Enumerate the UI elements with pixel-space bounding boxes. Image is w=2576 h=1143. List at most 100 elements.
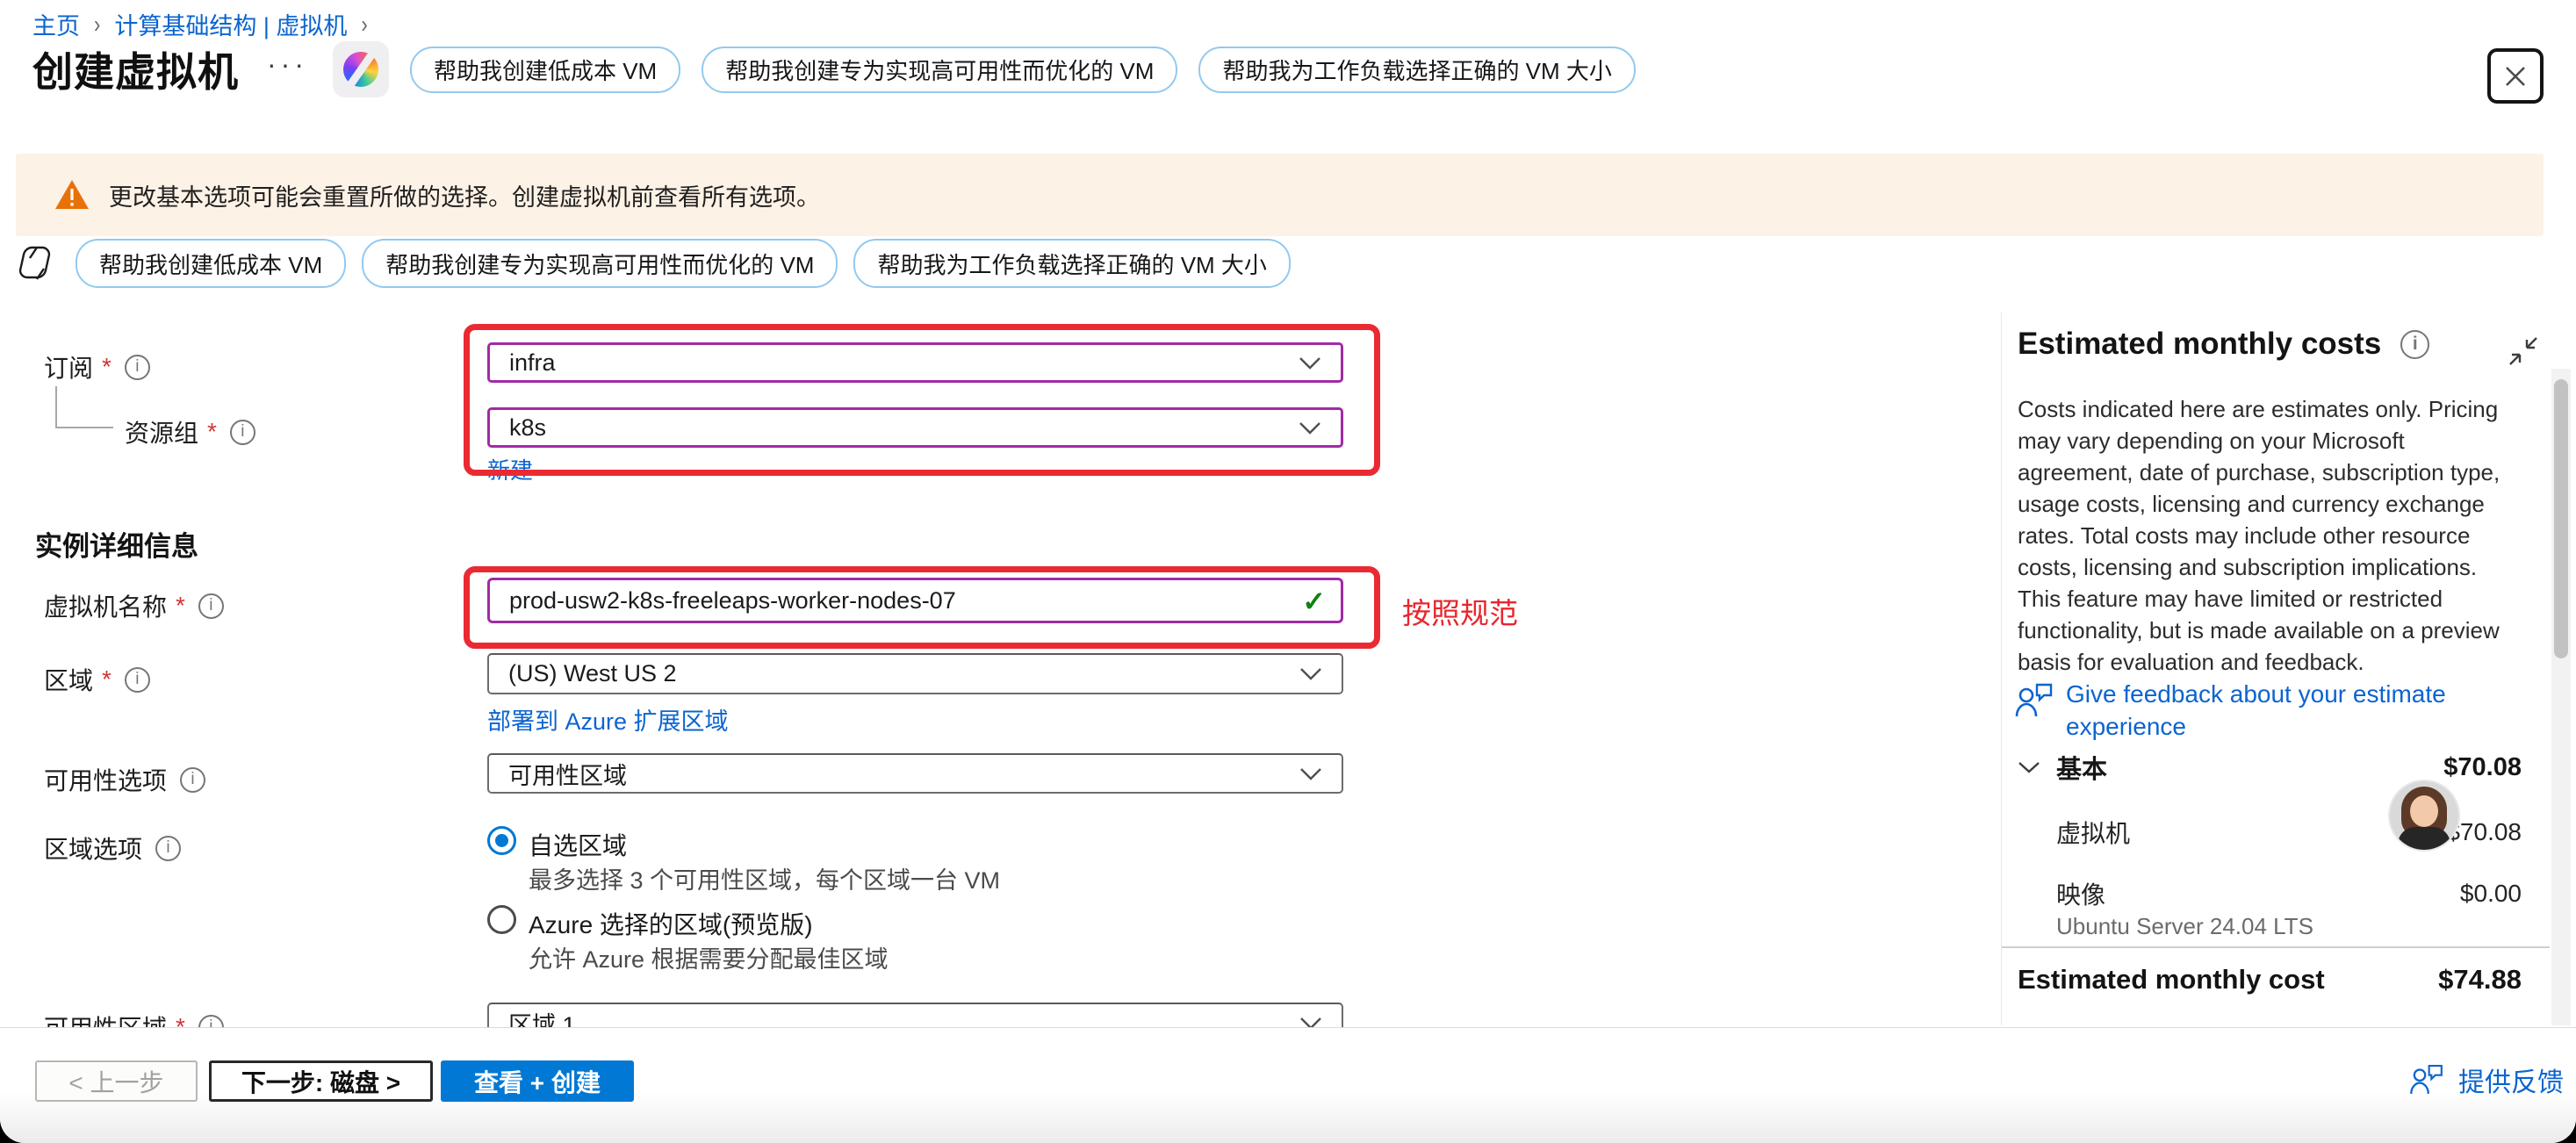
assist-high-availability-button[interactable]: 帮助我创建专为实现高可用性而优化的 VM: [702, 47, 1177, 93]
naming-annotation: 按照规范: [1402, 590, 1518, 632]
self-selected-zones-label[interactable]: 自选区域: [529, 827, 627, 862]
subscription-label: 订阅* i: [44, 349, 150, 385]
azure-selected-zones-label[interactable]: Azure 选择的区域(预览版): [529, 906, 813, 941]
vm-name-field: ✓: [487, 578, 1343, 623]
info-icon[interactable]: i: [198, 593, 224, 619]
breadcrumb: 主页 › 计算基础结构 | 虚拟机 ›: [32, 7, 368, 41]
availability-options-dropdown[interactable]: 可用性区域: [487, 753, 1343, 794]
estimate-panel-title: Estimated monthly costs i: [2018, 327, 2429, 362]
copilot-assist-row: 帮助我创建低成本 VM 帮助我创建专为实现高可用性而优化的 VM 帮助我为工作负…: [14, 239, 1291, 288]
info-icon[interactable]: i: [230, 420, 255, 445]
resource-group-value: k8s: [509, 414, 546, 442]
total-label: Estimated monthly cost: [2018, 964, 2325, 996]
subscription-dropdown[interactable]: infra: [487, 342, 1343, 383]
give-feedback-link[interactable]: 提供反馈: [2407, 1060, 2564, 1100]
copilot-button[interactable]: [333, 41, 389, 97]
scrollbar-thumb[interactable]: [2554, 379, 2568, 658]
previous-button[interactable]: < 上一步: [35, 1060, 198, 1102]
chevron-down-icon: [1299, 767, 1322, 780]
breadcrumb-virtual-machines[interactable]: 计算基础结构 | 虚拟机: [114, 7, 347, 41]
required-asterisk: *: [102, 353, 112, 381]
estimate-item-image: 映像 $0.00: [2018, 876, 2522, 911]
availability-options-value: 可用性区域: [508, 757, 627, 791]
chevron-down-icon: [2018, 760, 2040, 774]
item-amount: $0.00: [2460, 880, 2522, 908]
warning-text: 更改基本选项可能会重置所做的选择。创建虚拟机前查看所有选项。: [109, 178, 820, 212]
valid-check-icon: ✓: [1302, 585, 1326, 618]
info-icon[interactable]: i: [180, 767, 205, 793]
assist-vm-size-button-2[interactable]: 帮助我为工作负载选择正确的 VM 大小: [853, 239, 1290, 288]
vm-name-input[interactable]: [487, 578, 1343, 623]
azure-selected-zones-radio[interactable]: [487, 905, 516, 934]
warning-icon: [54, 179, 90, 211]
scrollbar-track[interactable]: [2551, 369, 2571, 1025]
feedback-link-text: Give feedback about your estimate experi…: [2066, 678, 2487, 743]
group-label: 基本: [2056, 749, 2107, 786]
chevron-down-icon: [1299, 356, 1321, 370]
group-amount: $70.08: [2443, 753, 2522, 782]
page-title: 创建虚拟机: [32, 40, 239, 98]
info-icon[interactable]: i: [125, 355, 150, 380]
estimate-group-basic[interactable]: 基本 $70.08: [2018, 749, 2522, 786]
more-menu-button[interactable]: ···: [267, 48, 308, 81]
collapse-panel-icon[interactable]: [2508, 335, 2539, 367]
warning-banner: 更改基本选项可能会重置所做的选择。创建虚拟机前查看所有选项。: [16, 154, 2544, 236]
create-vm-page: 主页 › 计算基础结构 | 虚拟机 › 创建虚拟机 ··· 帮助我创建低成本 V…: [0, 0, 2576, 1143]
panel-divider: [2001, 313, 2002, 1025]
copilot-outline-icon[interactable]: [14, 241, 60, 286]
breadcrumb-home[interactable]: 主页: [32, 7, 80, 41]
assist-low-cost-button[interactable]: 帮助我创建低成本 VM: [410, 47, 680, 93]
assistant-avatar[interactable]: [2390, 781, 2458, 850]
avatar-face: [2410, 795, 2438, 827]
feedback-label: 提供反馈: [2458, 1060, 2564, 1099]
tree-connector: [55, 427, 113, 428]
create-new-link[interactable]: 新建: [487, 453, 533, 485]
edge-zone-link[interactable]: 部署到 Azure 扩展区域: [487, 702, 729, 737]
estimate-total-divider: [2002, 946, 2550, 948]
region-label: 区域* i: [44, 662, 150, 697]
required-asterisk: *: [207, 418, 217, 446]
avatar-shirt: [2398, 827, 2450, 850]
region-dropdown[interactable]: (US) West US 2: [487, 653, 1343, 694]
required-asterisk: *: [176, 592, 185, 620]
assist-high-availability-button-2[interactable]: 帮助我创建专为实现高可用性而优化的 VM: [362, 239, 838, 288]
assist-low-cost-button-2[interactable]: 帮助我创建低成本 VM: [76, 239, 346, 288]
instance-details-heading: 实例详细信息: [35, 524, 198, 564]
estimate-feedback-link[interactable]: Give feedback about your estimate experi…: [2014, 678, 2487, 743]
total-amount: $74.88: [2438, 964, 2522, 996]
azure-selected-zones-description: 允许 Azure 根据需要分配最佳区域: [529, 940, 889, 974]
estimate-item-image-sub: Ubuntu Server 24.04 LTS: [2056, 913, 2313, 940]
info-icon[interactable]: i: [155, 836, 181, 861]
chevron-down-icon: [1299, 667, 1322, 680]
next-disks-button[interactable]: 下一步: 磁盘 >: [209, 1060, 433, 1102]
review-create-button[interactable]: 查看 + 创建: [441, 1060, 634, 1102]
resource-group-label: 资源组* i: [125, 414, 255, 449]
chevron-down-icon: [1299, 421, 1321, 435]
item-label: 虚拟机: [2056, 815, 2130, 850]
feedback-icon: [2014, 678, 2054, 723]
self-selected-zones-radio[interactable]: [487, 826, 516, 855]
title-row: 创建虚拟机 ··· 帮助我创建低成本 VM 帮助我创建专为实现高可用性而优化的 …: [32, 39, 1636, 100]
availability-options-label: 可用性选项 i: [44, 762, 205, 797]
feedback-icon: [2407, 1060, 2446, 1100]
self-selected-zones-description: 最多选择 3 个可用性区域，每个区域一台 VM: [529, 861, 1000, 895]
tree-connector: [55, 386, 57, 427]
copilot-icon: [343, 52, 378, 87]
chevron-right-icon: ›: [94, 10, 100, 39]
estimate-total-row: Estimated monthly cost $74.88: [2018, 964, 2522, 996]
chevron-right-icon: ›: [361, 10, 367, 39]
info-icon[interactable]: i: [125, 667, 150, 693]
close-button[interactable]: [2487, 48, 2544, 104]
info-icon[interactable]: i: [2400, 330, 2429, 359]
close-icon: [2501, 62, 2529, 90]
footer-bar: < 上一步 下一步: 磁盘 > 查看 + 创建 提供反馈: [0, 1027, 2576, 1143]
zone-options-label: 区域选项 i: [44, 830, 181, 866]
region-value: (US) West US 2: [508, 660, 677, 687]
item-label: 映像: [2056, 876, 2105, 911]
estimate-description: Costs indicated here are estimates only.…: [2018, 393, 2525, 678]
resource-group-dropdown[interactable]: k8s: [487, 407, 1343, 448]
assist-vm-size-button[interactable]: 帮助我为工作负载选择正确的 VM 大小: [1198, 47, 1635, 93]
subscription-value: infra: [509, 349, 556, 377]
required-asterisk: *: [102, 665, 112, 694]
vm-name-label: 虚拟机名称* i: [44, 588, 224, 623]
